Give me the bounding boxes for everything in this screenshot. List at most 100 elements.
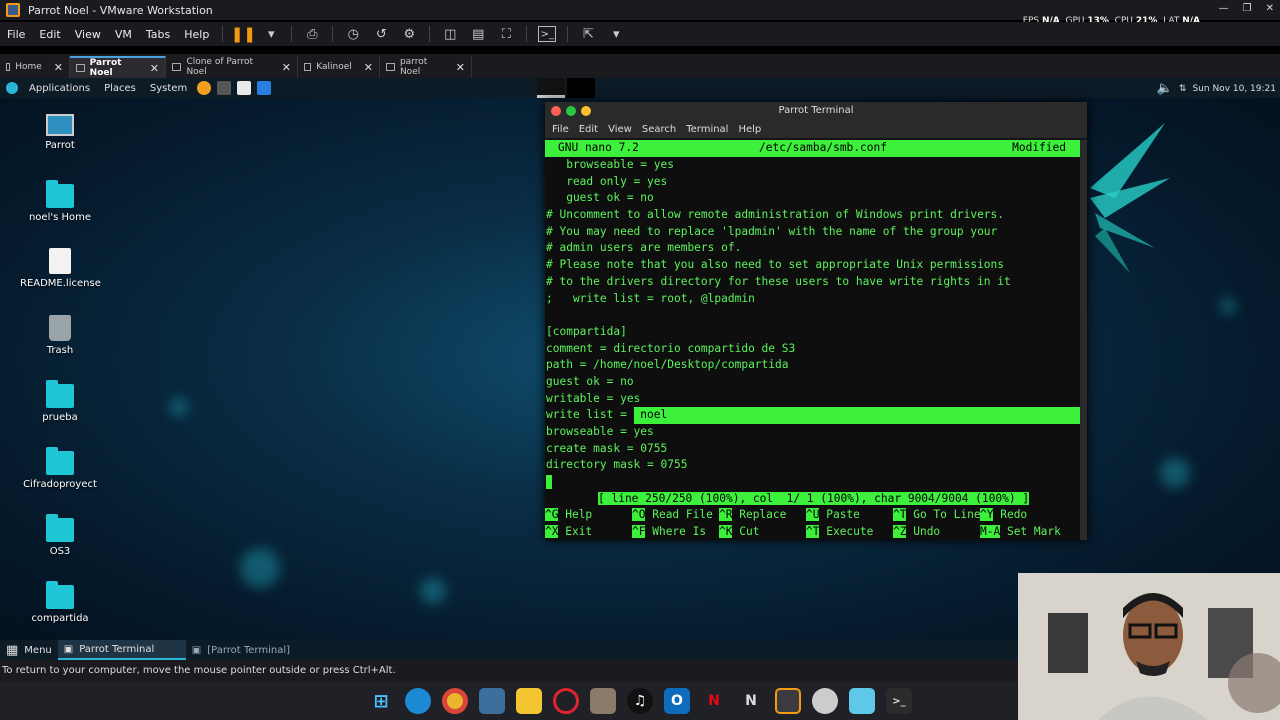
shortcut-set-mark[interactable]: M-A Set Mark [980,524,1061,541]
firefox-launcher-icon[interactable] [197,81,212,95]
network-icon[interactable]: ⇅ [1179,84,1187,94]
task-view-icon[interactable] [479,688,505,714]
netflix-icon[interactable]: N [701,688,727,714]
clock[interactable]: Sun Nov 10, 19:21 [1192,84,1276,94]
notion-icon[interactable]: N [738,688,764,714]
chrome-icon[interactable] [442,688,468,714]
close-tab-icon[interactable]: ✕ [42,61,63,74]
snapshot-manager-icon[interactable]: ⚙ [400,26,418,42]
terminal-window[interactable]: Parrot Terminal File Edit View Search Te… [545,102,1087,540]
close-tab-icon[interactable]: ✕ [270,61,291,74]
trash-icon [49,315,71,341]
workspace-1[interactable] [537,78,565,98]
steam-icon[interactable] [812,688,838,714]
terminal-icon: ▣ [191,644,202,656]
desktop-icon-cifradoproyect[interactable]: Cifradoproyect [20,447,100,490]
dropdown-arrow-icon[interactable]: ▾ [607,26,625,42]
menu-edit[interactable]: Edit [32,28,67,41]
desktop-icon-prueba[interactable]: prueba [20,380,100,423]
tab-kalinoel[interactable]: Kalinoel ✕ [298,56,380,78]
file-explorer-icon[interactable] [516,688,542,714]
terminal-scrollbar[interactable] [1080,140,1087,540]
desktop-icon-trash[interactable]: Trash [20,315,100,356]
desktop-icon-readme[interactable]: README.license [20,248,101,289]
volume-icon[interactable]: 🔈 [1157,81,1173,96]
vscode-launcher-icon[interactable] [257,81,272,95]
terminal-menu-help[interactable]: Help [733,124,766,135]
shortcut-redo[interactable]: ^Y Redo [980,507,1027,524]
menu-help[interactable]: Help [177,28,216,41]
places-menu[interactable]: Places [97,83,143,94]
text-editor-launcher-icon[interactable] [237,81,252,95]
shortcut-go-to-line[interactable]: ^T Go To Line [893,507,981,524]
maximize-window-icon[interactable] [581,106,591,116]
console-view-icon[interactable]: >_ [538,26,557,42]
vmware-icon[interactable] [775,688,801,714]
menu-view[interactable]: View [68,28,108,41]
terminal-menu-search[interactable]: Search [637,124,681,135]
tab-clone-of-parrot-noel[interactable]: Clone of Parrot Noel ✕ [166,56,298,78]
tab-home[interactable]: Home ✕ [0,56,70,78]
system-menu[interactable]: System [143,83,194,94]
send-ctrl-alt-del-icon[interactable]: ⎙ [303,26,321,42]
dropdown-arrow-icon[interactable]: ▾ [262,26,280,42]
library-icon[interactable]: ◫ [441,26,459,42]
terminal-taskbar-icon[interactable]: >_ [886,688,912,714]
revert-snapshot-icon[interactable]: ↺ [372,26,390,42]
maximize-icon[interactable]: ❐ [1243,3,1252,14]
shortcut-replace[interactable]: ^R Replace [719,507,786,524]
shortcut-execute[interactable]: ^T Execute [806,524,873,541]
minimize-icon[interactable]: — [1219,3,1229,14]
minimize-window-icon[interactable] [566,106,576,116]
shortcut-where-is[interactable]: ^F Where Is [632,524,706,541]
shortcut-cut[interactable]: ^K Cut [719,524,759,541]
tab-parrot-noel[interactable]: Parrot Noel ✕ [70,56,166,78]
menu-vm[interactable]: VM [108,28,139,41]
opera-icon[interactable] [553,688,579,714]
taskbar-item-terminal[interactable]: ▣ Parrot Terminal [57,640,186,660]
tab-parrot-noel-2[interactable]: parrot Noel ✕ [380,56,472,78]
desktop-icon-home[interactable]: noel's Home [20,180,100,223]
terminal-menu-terminal[interactable]: Terminal [681,124,733,135]
menu-tabs[interactable]: Tabs [139,28,177,41]
menu-button[interactable]: ▦ Menu [0,640,58,660]
close-tab-icon[interactable]: ✕ [138,62,159,75]
fullscreen-icon[interactable]: ⛶ [497,26,515,42]
outlook-icon[interactable]: O [664,688,690,714]
desktop-icon-compartida[interactable]: compartida [20,581,100,624]
workspace-switcher[interactable] [537,78,597,98]
close-icon[interactable]: ✕ [1266,3,1274,14]
close-tab-icon[interactable]: ✕ [352,61,373,74]
shortcut-help[interactable]: ^G Help [545,507,592,524]
nano-editor[interactable]: GNU nano 7.2 /etc/samba/smb.conf Modifie… [545,140,1085,541]
taskbar-item-terminal-minimized[interactable]: ▣ [Parrot Terminal] [186,640,296,660]
store-icon[interactable] [590,688,616,714]
tiktok-icon[interactable]: ♫ [627,688,653,714]
snapshot-icon[interactable]: ◷ [344,26,362,42]
pause-icon[interactable]: ❚❚ [231,25,256,43]
menu-file[interactable]: File [0,28,32,41]
close-tab-icon[interactable]: ✕ [444,61,465,74]
shortcut-undo[interactable]: ^Z Undo [893,524,940,541]
close-window-icon[interactable] [551,106,561,116]
shortcut-read-file[interactable]: ^O Read File [632,507,713,524]
thumbnail-bar-icon[interactable]: ▤ [469,26,487,42]
desktop-icon-os3[interactable]: OS3 [20,514,100,557]
shortcut-exit[interactable]: ^X Exit [545,524,592,541]
shortcut-paste[interactable]: ^U Paste [806,507,860,524]
stretch-guest-icon[interactable]: ⇱ [579,26,597,42]
applications-menu[interactable]: Applications [22,83,97,94]
terminal-menu-edit[interactable]: Edit [574,124,603,135]
notepad-icon[interactable] [849,688,875,714]
edge-icon[interactable] [405,688,431,714]
desktop-icon-parrot[interactable]: Parrot [20,114,100,151]
parrot-menu-icon[interactable] [6,82,18,94]
terminal-menu-view[interactable]: View [603,124,637,135]
terminal-menu-file[interactable]: File [547,124,574,135]
workspace-2[interactable] [567,78,595,98]
panel-tray: 🔈 ⇅ Sun Nov 10, 19:21 [1157,81,1276,96]
terminal-launcher-icon[interactable] [217,81,232,95]
windows-start-icon[interactable]: ⊞ [368,688,394,714]
terminal-titlebar[interactable]: Parrot Terminal [545,102,1087,120]
code-line: ; write list = root, @lpadmin [546,291,755,305]
